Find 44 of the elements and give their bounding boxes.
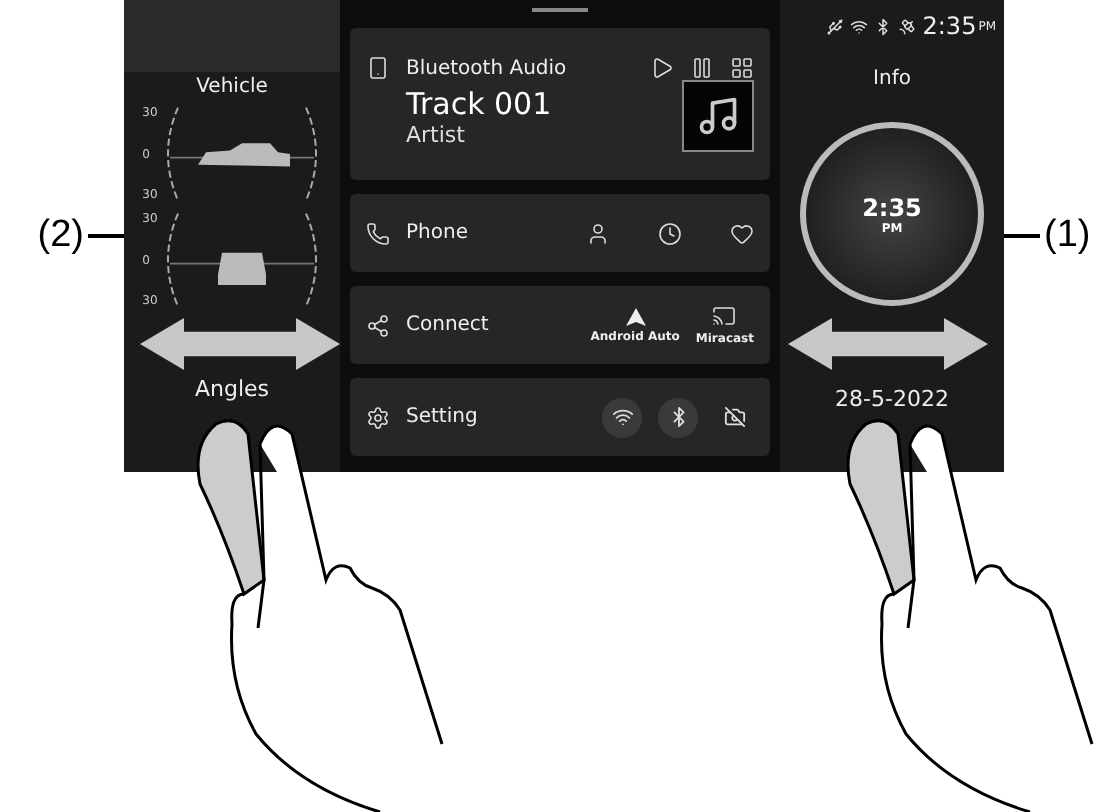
card-title: Setting: [406, 406, 480, 428]
heart-icon[interactable]: [730, 221, 754, 245]
pause-icon[interactable]: [690, 56, 714, 80]
panel-title: Vehicle: [196, 76, 268, 98]
media-card[interactable]: Bluetooth Audio Track 001 Artist: [350, 28, 770, 180]
panel-footer: Angles: [194, 376, 270, 402]
share-icon: [366, 313, 390, 337]
callout-label: (1): [1044, 214, 1091, 258]
bluetooth-toggle[interactable]: [658, 397, 698, 437]
date-text: 28-5-2022: [835, 386, 949, 412]
play-icon[interactable]: [650, 56, 674, 80]
drag-handle[interactable]: [532, 8, 588, 12]
track-title: Track 001: [406, 85, 554, 121]
card-title: Connect: [406, 314, 491, 336]
leader-line: [1004, 234, 1040, 238]
artist-name: Artist: [406, 121, 467, 147]
wifi-toggle[interactable]: [602, 397, 642, 437]
callout-label: (2): [37, 214, 84, 258]
phone-card[interactable]: Phone: [350, 194, 770, 272]
wifi-icon: [611, 406, 633, 428]
setting-card[interactable]: Setting: [350, 378, 770, 456]
card-title: Phone: [406, 222, 470, 244]
contact-icon[interactable]: [586, 221, 610, 245]
wifi-icon: [850, 17, 869, 35]
settings-icon: [366, 405, 390, 429]
status-time: 2:35: [922, 12, 977, 40]
bluetooth-icon: [667, 406, 689, 428]
grid-icon[interactable]: [730, 56, 754, 80]
cast-icon[interactable]: [712, 304, 737, 328]
triangle-icon[interactable]: [625, 307, 646, 325]
phone-icon: [366, 221, 390, 245]
double-arrow-icon: [140, 318, 340, 370]
album-art: [682, 80, 754, 152]
panel-title: Info: [873, 68, 911, 90]
usb-icon: [826, 17, 845, 35]
bluetooth-icon: [874, 17, 893, 35]
satellite-icon: [898, 17, 917, 35]
phone-audio-icon: [366, 56, 390, 80]
card-title: Bluetooth Audio: [406, 57, 569, 79]
clock-icon[interactable]: [658, 221, 682, 245]
leader-line: [88, 234, 124, 238]
clock-time: 2:35: [862, 193, 922, 221]
camera-off-icon: [723, 406, 745, 428]
double-arrow-icon: [788, 318, 988, 370]
